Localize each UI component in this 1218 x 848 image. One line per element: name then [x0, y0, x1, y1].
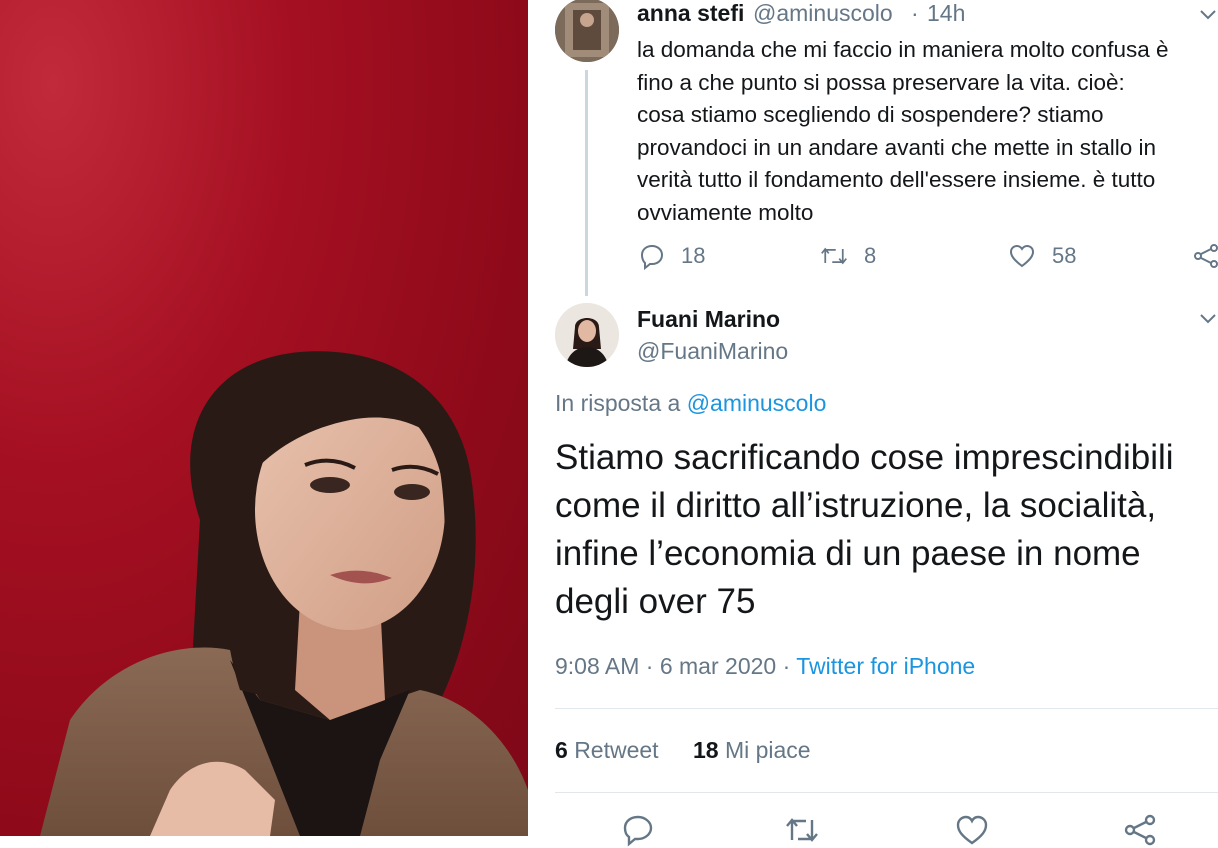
- author-handle[interactable]: @aminuscolo: [753, 0, 893, 27]
- tweet-time[interactable]: 14h: [927, 0, 965, 27]
- like-button[interactable]: 58: [1008, 242, 1076, 270]
- share-icon[interactable]: [1192, 242, 1218, 270]
- separator-dot: ·: [782, 653, 791, 679]
- retweet-count: 6: [555, 737, 568, 763]
- like-count: 58: [1052, 243, 1077, 268]
- retweet-count: 8: [864, 243, 877, 268]
- like-icon[interactable]: [954, 812, 990, 848]
- reply-handle-link[interactable]: @aminuscolo: [687, 390, 827, 416]
- separator-dot: ·: [645, 653, 654, 679]
- reply-button[interactable]: 18: [637, 242, 705, 270]
- tweet-stats: 6 Retweet 18 Mi piace: [555, 737, 811, 764]
- author-handle[interactable]: @FuaniMarino: [637, 338, 788, 365]
- retweet-label: Retweet: [574, 737, 659, 763]
- like-icon: [1009, 244, 1035, 268]
- retweet-stat[interactable]: 6 Retweet: [555, 737, 659, 763]
- avatar[interactable]: [555, 303, 619, 367]
- retweet-icon[interactable]: [784, 812, 820, 848]
- tweet-source-link[interactable]: Twitter for iPhone: [796, 653, 975, 679]
- woman-photo: [40, 351, 528, 836]
- tweet-text: Stiamo sacrificando cose imprescindibili…: [555, 438, 1174, 621]
- divider: [555, 792, 1218, 793]
- reply-context: In risposta a @aminuscolo: [555, 390, 826, 417]
- tweet-text: la domanda che mi faccio in maniera molt…: [637, 37, 1169, 225]
- avatar[interactable]: [555, 0, 619, 62]
- separator-dot: ·: [911, 0, 919, 26]
- retweet-icon: [821, 247, 847, 265]
- reply-count: 18: [681, 243, 706, 268]
- tweet-meta: 9:08 AM · 6 mar 2020 · Twitter for iPhon…: [555, 653, 975, 680]
- reply-icon: [640, 244, 664, 270]
- avatar-image: [555, 0, 619, 62]
- divider: [555, 708, 1218, 709]
- like-count: 18: [692, 737, 719, 763]
- share-icon[interactable]: [1122, 812, 1158, 848]
- photo-panel: [0, 0, 528, 836]
- tweet-date[interactable]: 6 mar 2020: [660, 653, 776, 679]
- author-name[interactable]: anna stefi: [637, 0, 744, 27]
- like-stat[interactable]: 18 Mi piace: [693, 737, 811, 763]
- author-name[interactable]: Fuani Marino: [637, 306, 780, 333]
- thread-connector: [585, 70, 588, 296]
- chevron-down-icon[interactable]: [1198, 4, 1218, 24]
- reply-prefix: In risposta a: [555, 390, 681, 416]
- like-label: Mi piace: [724, 737, 811, 763]
- chevron-down-icon[interactable]: [1198, 308, 1218, 328]
- tweet-time[interactable]: 9:08 AM: [555, 653, 639, 679]
- reply-icon[interactable]: [620, 812, 656, 848]
- retweet-button[interactable]: 8: [820, 242, 876, 270]
- avatar-image: [555, 303, 619, 367]
